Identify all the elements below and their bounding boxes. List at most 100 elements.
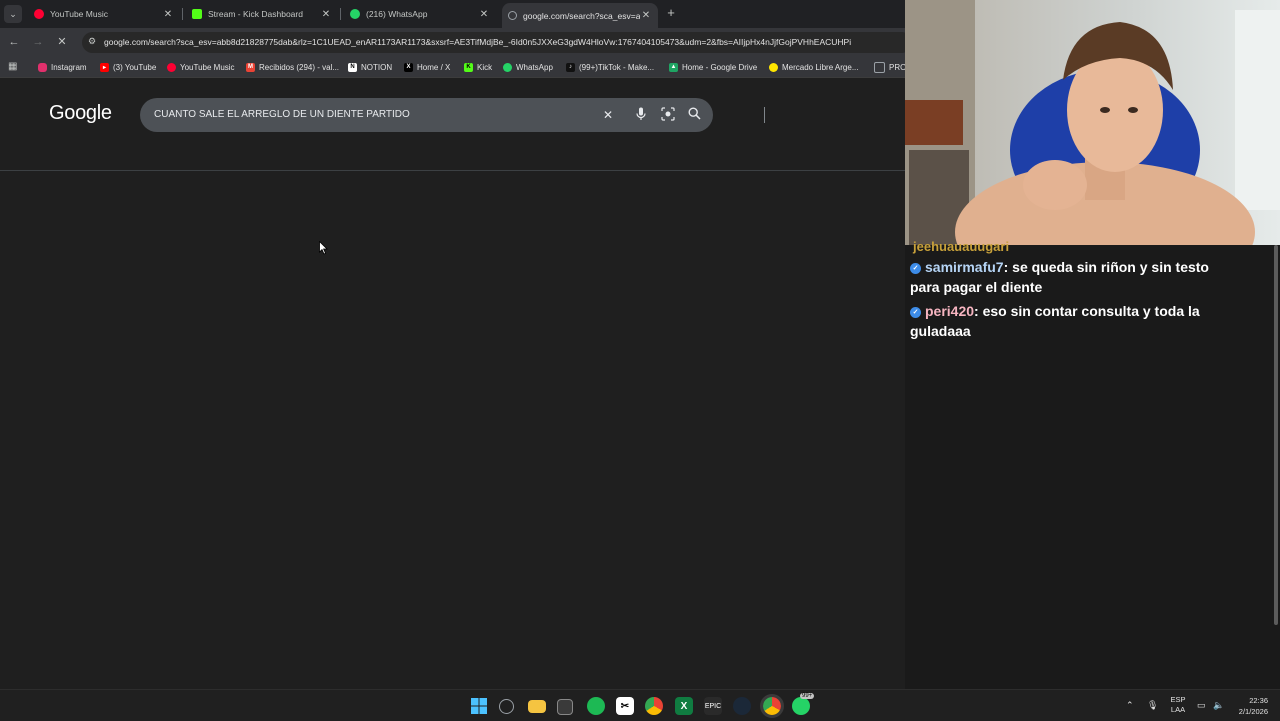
verified-badge-icon: ✓ xyxy=(910,262,921,274)
windows-taskbar: ✂ X EPIC 99+ ⌃ 🎙 ESP LAA ▭ 🔈 22:36 2/1/2… xyxy=(0,689,1280,721)
chat-scrollbar[interactable] xyxy=(1274,245,1278,625)
chat-message: ✓ peri420: eso sin contar consulta y toda… xyxy=(910,303,1200,339)
webcam-image xyxy=(905,0,1280,245)
chat-message-partial: jeehuauauugari xyxy=(913,239,1010,254)
youtube-music-icon xyxy=(167,62,176,72)
youtube-icon: ▸ xyxy=(100,62,109,72)
google-logo[interactable]: Google xyxy=(49,102,112,125)
copilot-icon[interactable] xyxy=(499,699,514,714)
bookmark-tiktok[interactable]: ♪ (99+)TikTok - Make... xyxy=(566,60,654,74)
language-indicator[interactable]: ESP LAA xyxy=(1168,695,1188,715)
instagram-icon xyxy=(38,62,47,72)
microsoft-store-icon[interactable] xyxy=(557,699,573,715)
microphone-icon[interactable] xyxy=(633,107,649,123)
notification-badge: 99+ xyxy=(800,693,815,699)
apps-grid-icon[interactable]: ▦ xyxy=(8,61,17,72)
clear-search-icon[interactable]: ✕ xyxy=(600,107,616,123)
bookmark-instagram[interactable]: Instagram xyxy=(38,60,87,74)
system-clock[interactable]: 22:36 2/1/2026 xyxy=(1228,695,1268,717)
gmail-icon: M xyxy=(246,62,255,72)
close-icon[interactable]: ✕ xyxy=(320,9,332,20)
bookmark-youtube[interactable]: ▸ (3) YouTube xyxy=(100,60,156,74)
browser-window: ⌄ YouTube Music ✕ Stream - Kick Dashboar… xyxy=(0,0,905,689)
bookmark-folder-pro[interactable]: PRO xyxy=(874,60,905,74)
microphone-tray-icon[interactable]: 🎙 xyxy=(1147,700,1158,711)
search-input[interactable] xyxy=(154,109,594,120)
kick-icon: K xyxy=(464,62,473,72)
chrome-active-icon[interactable] xyxy=(760,694,784,718)
bookmark-google-drive[interactable]: ▲ Home - Google Drive xyxy=(669,60,757,74)
new-tab-button[interactable]: + xyxy=(664,5,678,21)
capcut-icon[interactable]: ✂ xyxy=(616,697,634,715)
bookmark-gmail[interactable]: M Recibidos (294) - val... xyxy=(246,60,339,74)
kick-icon xyxy=(192,9,202,19)
chevron-up-icon[interactable]: ⌃ xyxy=(1126,700,1134,711)
bookmark-label: Instagram xyxy=(51,62,87,72)
tab-title: YouTube Music xyxy=(50,9,108,19)
stop-loading-button[interactable]: ✕ xyxy=(54,34,70,50)
close-icon: ✕ xyxy=(57,36,67,48)
forward-button[interactable]: → xyxy=(30,34,46,50)
youtube-music-icon xyxy=(34,9,44,19)
bookmark-whatsapp[interactable]: WhatsApp xyxy=(503,60,553,74)
folder-icon xyxy=(874,61,885,73)
address-bar[interactable]: ⚙ google.com/search?sca_esv=abb8d2182877… xyxy=(82,32,905,53)
network-icon[interactable]: ▭ xyxy=(1197,700,1206,711)
tab-search-button[interactable]: ⌄ xyxy=(4,5,22,23)
tab-youtube-music[interactable]: YouTube Music ✕ xyxy=(28,3,180,25)
clock-date: 2/1/2026 xyxy=(1238,707,1268,716)
file-explorer-icon[interactable] xyxy=(528,700,546,713)
arrow-left-icon: ← xyxy=(8,36,20,48)
site-info-icon[interactable]: ⚙ xyxy=(88,36,96,47)
bookmark-label: Home / X xyxy=(417,62,451,72)
loading-spinner-icon xyxy=(508,11,517,20)
bookmark-x[interactable]: X Home / X xyxy=(404,60,450,74)
windows-start-icon[interactable] xyxy=(470,697,488,715)
bookmark-label: Mercado Libre Arge... xyxy=(782,62,859,72)
spotify-icon[interactable] xyxy=(587,697,605,715)
close-icon[interactable]: ✕ xyxy=(640,10,652,21)
back-button[interactable]: ← xyxy=(6,34,22,50)
chrome-icon[interactable] xyxy=(645,697,663,715)
chat-username: peri420 xyxy=(925,303,975,319)
whatsapp-taskbar-icon[interactable] xyxy=(792,697,810,715)
bookmark-label: Home - Google Drive xyxy=(682,62,758,72)
bookmark-label: WhatsApp xyxy=(516,62,553,72)
tiktok-icon: ♪ xyxy=(566,62,575,72)
tab-title: google.com/search?sca_esv=ab xyxy=(523,10,640,21)
bookmark-youtube-music[interactable]: YouTube Music xyxy=(167,60,235,74)
tab-separator xyxy=(340,8,341,20)
tab-whatsapp[interactable]: (216) WhatsApp ✕ xyxy=(344,3,496,25)
bookmark-label: (3) YouTube xyxy=(113,62,157,72)
arrow-right-icon: → xyxy=(32,36,44,48)
tab-title: Stream - Kick Dashboard xyxy=(208,9,303,19)
whatsapp-icon xyxy=(350,9,360,19)
tab-separator xyxy=(182,8,183,20)
close-icon[interactable]: ✕ xyxy=(162,9,174,20)
camera-lens-icon[interactable] xyxy=(660,107,676,123)
search-box[interactable]: ✕ xyxy=(140,98,765,132)
close-icon[interactable]: ✕ xyxy=(478,9,490,20)
tab-title: (216) WhatsApp xyxy=(366,9,428,19)
address-bar-url: google.com/search?sca_esv=abb8d21828775d… xyxy=(104,37,852,47)
stream-chat-overlay: jeehuauauugari ✓ samirmafu7: se queda sin… xyxy=(905,239,1280,689)
tab-kick-dashboard[interactable]: Stream - Kick Dashboard ✕ xyxy=(186,3,338,25)
chevron-down-icon: ⌄ xyxy=(9,8,17,19)
google-drive-icon: ▲ xyxy=(669,62,678,72)
excel-icon[interactable]: X xyxy=(675,697,693,715)
bookmark-notion[interactable]: N NOTION xyxy=(348,60,392,74)
x-icon: X xyxy=(404,62,413,72)
search-icon[interactable] xyxy=(686,107,702,123)
bookmark-kick[interactable]: K Kick xyxy=(464,60,492,74)
bookmarks-bar: ▦ Instagram ▸ (3) YouTube YouTube Music M… xyxy=(0,56,905,78)
webcam-overlay xyxy=(905,0,1280,245)
epic-games-icon[interactable]: EPIC xyxy=(704,697,722,715)
volume-icon[interactable]: 🔈 xyxy=(1213,700,1224,711)
clock-time: 22:36 xyxy=(1249,696,1268,705)
steam-icon[interactable] xyxy=(733,697,751,715)
bookmark-mercado-libre[interactable]: Mercado Libre Arge... xyxy=(769,60,858,74)
search-divider xyxy=(764,107,765,123)
chat-message: ✓ samirmafu7: se queda sin riñon y sin te… xyxy=(910,259,1209,295)
bookmark-label: Kick xyxy=(477,62,493,72)
tab-google-search[interactable]: google.com/search?sca_esv=ab ✕ xyxy=(502,3,658,28)
